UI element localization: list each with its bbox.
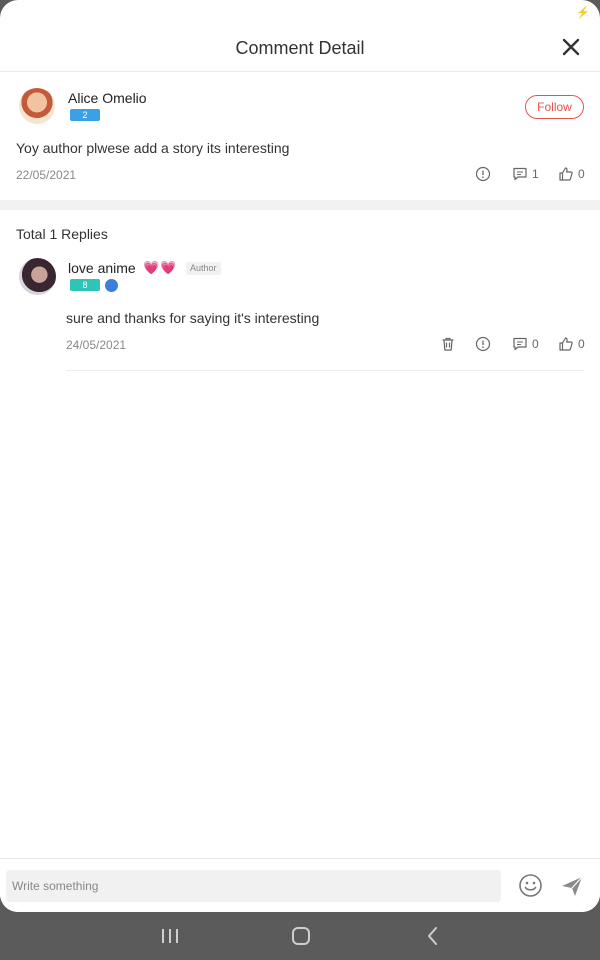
comment-text: Yoy author plwese add a story its intere… [16, 140, 290, 156]
reply-count: 1 [532, 167, 539, 181]
reply-count-button[interactable]: 0 [512, 336, 539, 352]
avatar[interactable] [19, 88, 55, 124]
emoji-icon[interactable] [518, 873, 543, 898]
close-icon[interactable] [560, 36, 582, 58]
header: Comment Detail [0, 0, 600, 72]
avatar[interactable] [19, 258, 56, 295]
delete-button[interactable] [440, 336, 460, 352]
page-title: Comment Detail [235, 38, 365, 58]
delete-icon [442, 337, 454, 351]
like-count: 0 [578, 167, 585, 181]
like-button[interactable]: 0 [558, 166, 585, 182]
author-tag: Author [186, 262, 221, 275]
home-icon[interactable] [289, 925, 313, 947]
follow-button[interactable]: Follow [525, 95, 584, 119]
back-icon[interactable] [421, 925, 445, 947]
hearts-icon: 💗💗 [143, 260, 178, 275]
report-button[interactable] [475, 336, 495, 352]
replies-total-label: Total 1 Replies [16, 226, 108, 242]
reply-date: 24/05/2021 [66, 338, 127, 352]
like-count: 0 [578, 337, 585, 351]
verified-badge-icon [105, 279, 118, 292]
comment-input-wrapper [6, 870, 501, 902]
comment-icon [513, 337, 527, 351]
comment-icon [513, 167, 527, 181]
level-badge: 8 [70, 279, 100, 291]
send-icon[interactable] [560, 874, 584, 898]
level-badge: 2 [70, 109, 100, 121]
comment-input[interactable] [6, 870, 501, 902]
reply-count: 0 [532, 337, 539, 351]
comment-author-name[interactable]: Alice Omelio [68, 90, 147, 106]
like-button[interactable]: 0 [558, 336, 585, 352]
section-divider [0, 200, 600, 210]
recent-apps-icon[interactable] [158, 925, 182, 947]
report-button[interactable] [475, 166, 495, 182]
report-icon [475, 166, 491, 182]
report-icon [475, 336, 491, 352]
like-icon [559, 337, 573, 351]
reply-divider [66, 370, 584, 371]
reply-author-name[interactable]: love anime [68, 260, 136, 276]
comment-date: 22/05/2021 [16, 168, 77, 182]
reply-text: sure and thanks for saying it's interest… [66, 310, 320, 326]
reply-count-button[interactable]: 1 [512, 166, 539, 182]
like-icon [559, 167, 573, 181]
comment-detail-sheet: ⚡ Comment Detail Alice Omelio 2 Follow Y… [0, 0, 600, 912]
